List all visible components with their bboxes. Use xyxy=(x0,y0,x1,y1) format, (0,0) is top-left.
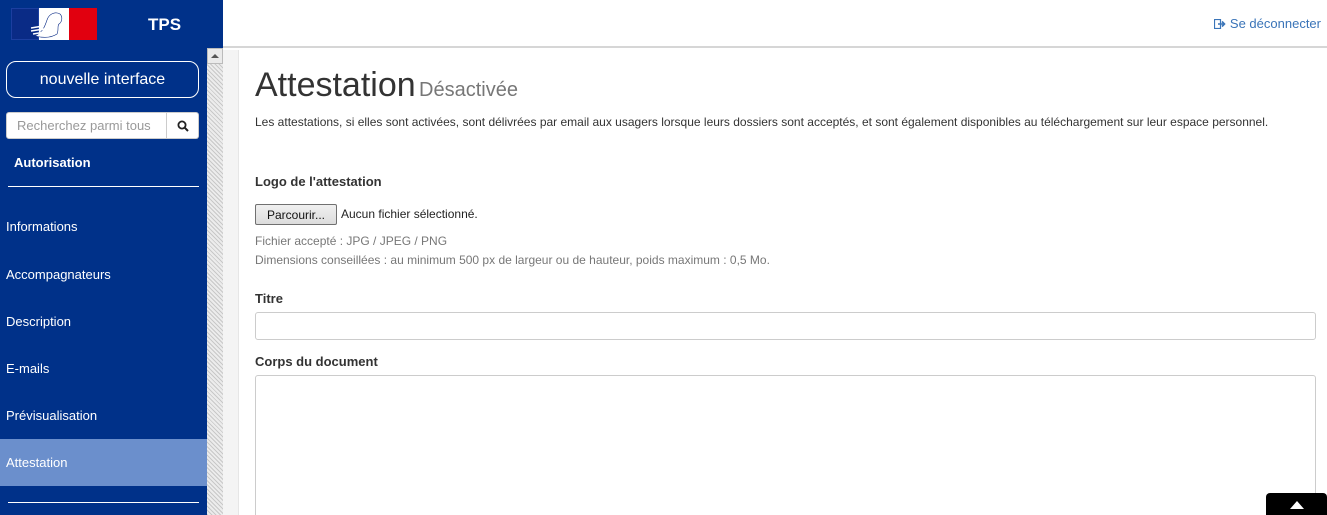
sidebar-item-accompagnateurs[interactable]: Accompagnateurs xyxy=(0,251,207,298)
sidebar-item-attestation[interactable]: Attestation xyxy=(0,439,207,486)
sidebar-search xyxy=(6,112,199,139)
sidebar-header: TPS xyxy=(0,0,223,48)
sidebar-item-previsualisation[interactable]: Prévisualisation xyxy=(0,392,207,439)
search-icon xyxy=(177,120,189,132)
file-status: Aucun fichier sélectionné. xyxy=(341,207,478,221)
body-label: Corps du document xyxy=(255,354,378,369)
back-to-top-button[interactable] xyxy=(1266,493,1327,515)
title-input[interactable] xyxy=(255,312,1316,340)
sidebar-item-informations[interactable]: Informations xyxy=(0,203,207,250)
logo-label: Logo de l'attestation xyxy=(255,174,382,189)
marianne-logo[interactable] xyxy=(11,8,97,40)
top-bar: Se déconnecter xyxy=(223,0,1327,48)
browse-file-button[interactable]: Parcourir... xyxy=(255,204,337,225)
content-gutter xyxy=(223,50,238,515)
search-button[interactable] xyxy=(167,112,199,139)
intro-text: Les attestations, si elles sont activées… xyxy=(255,115,1269,129)
sidebar-item-emails[interactable]: E-mails xyxy=(0,345,207,392)
scroll-up-arrow-icon[interactable] xyxy=(207,48,223,64)
status-badge: Désactivée xyxy=(419,79,518,101)
new-interface-button[interactable]: nouvelle interface xyxy=(6,61,199,98)
sidebar-divider-bottom xyxy=(8,502,199,503)
sidebar-scrollbar[interactable] xyxy=(207,48,223,515)
logout-icon xyxy=(1213,18,1226,29)
sidebar-section-title: Autorisation xyxy=(14,155,91,170)
logout-link[interactable]: Se déconnecter xyxy=(1213,16,1321,31)
search-input[interactable] xyxy=(6,112,167,139)
title-label: Titre xyxy=(255,291,283,306)
file-help-dimensions: Dimensions conseillées : au minimum 500 … xyxy=(255,253,770,267)
sidebar-divider xyxy=(8,186,199,187)
app-name: TPS xyxy=(148,15,182,34)
file-help-format: Fichier accepté : JPG / JPEG / PNG xyxy=(255,234,448,248)
page-title: Attestation xyxy=(255,66,416,104)
logout-label: Se déconnecter xyxy=(1229,16,1321,31)
body-textarea[interactable] xyxy=(255,375,1316,515)
sidebar-item-description[interactable]: Description xyxy=(0,298,207,345)
